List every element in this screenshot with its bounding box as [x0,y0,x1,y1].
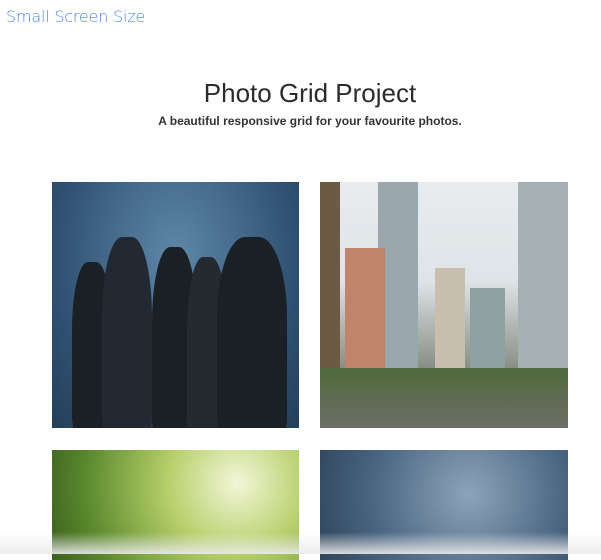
figure [102,237,152,428]
street [320,368,568,428]
photo-band-portrait[interactable] [52,182,299,428]
page-title: Photo Grid Project [203,78,417,108]
screen-size-label: Small Screen Size [6,7,146,26]
page-subtitle: A beautiful responsive grid for your fav… [158,114,462,128]
figure [217,237,287,428]
bottom-fade [0,532,601,554]
photo-city-street[interactable] [320,182,568,428]
